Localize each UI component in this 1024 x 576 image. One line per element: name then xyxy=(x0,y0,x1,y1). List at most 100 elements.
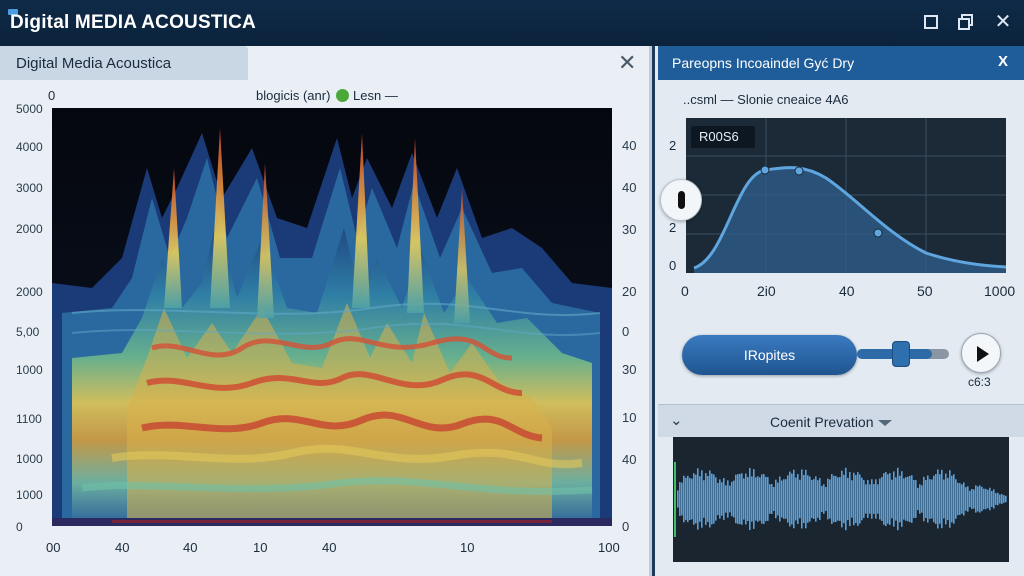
waveform-bar xyxy=(889,473,891,525)
waveform-bar xyxy=(989,487,991,511)
waveform-bar xyxy=(981,486,983,512)
waveform-bar xyxy=(853,472,855,526)
dropdown-caret-icon[interactable] xyxy=(878,420,892,426)
waveform-bar xyxy=(715,477,717,521)
close-panel-button[interactable]: ✕ xyxy=(618,50,636,76)
y-tick: 1000 xyxy=(16,488,43,502)
waveform-bar xyxy=(995,493,997,505)
waveform-bar xyxy=(925,479,927,519)
waveform-bar xyxy=(789,471,791,527)
gain-knob[interactable] xyxy=(660,179,702,221)
waveform-bar xyxy=(1001,494,1003,504)
y-tick: 2000 xyxy=(16,285,43,299)
waveform-bar xyxy=(825,487,827,511)
app-title: Digital MEDIA ACOUSTICA xyxy=(10,12,256,33)
waveform-bar xyxy=(719,479,721,519)
x-tick: 100 xyxy=(598,540,620,555)
waveform-bar xyxy=(751,476,753,522)
curve-x-tick: 1000 xyxy=(984,283,1016,299)
waveform-bar xyxy=(945,473,947,525)
waveform-bar xyxy=(769,484,771,514)
waveform-bar xyxy=(953,474,955,524)
slider-thumb[interactable] xyxy=(892,341,910,367)
tab-label: Digital Media Acoustica xyxy=(16,55,172,72)
y-tick: 1000 xyxy=(16,363,43,377)
play-button[interactable] xyxy=(961,333,1001,373)
curve-y-tick: 0 xyxy=(669,258,677,273)
waveform-bar xyxy=(937,469,939,529)
waveform-bar xyxy=(819,478,821,520)
tab-digital-media-acoustica[interactable]: Digital Media Acoustica xyxy=(0,46,248,80)
waveform-bar xyxy=(741,473,743,525)
curve-x-tick: 2i0 xyxy=(757,283,776,299)
content-preview-header[interactable]: ⌄ Coenit Prevation xyxy=(658,404,1024,437)
properties-button[interactable]: IRopites xyxy=(682,335,857,375)
waveform-bar xyxy=(679,482,681,516)
y-right-tick: 20 xyxy=(622,284,637,299)
waveform-bar xyxy=(975,485,977,513)
curve-x-tick: 40 xyxy=(839,283,855,299)
waveform-bar xyxy=(893,471,895,527)
waveform-bar xyxy=(1003,495,1005,503)
waveform-bar xyxy=(793,469,795,529)
waveform-bar xyxy=(911,475,913,523)
waveform-bar xyxy=(721,482,723,516)
waveform-bar xyxy=(809,476,811,522)
waveform-bar xyxy=(895,477,897,521)
waveform-bar xyxy=(763,474,765,524)
y-tick: 0 xyxy=(16,520,23,534)
waveform-bar xyxy=(697,468,699,530)
y-right-tick: 40 xyxy=(622,180,637,195)
waveform-bar xyxy=(805,469,807,529)
y-tick: 3000 xyxy=(16,181,43,195)
waveform-bar xyxy=(737,474,739,524)
waveform-bar xyxy=(723,478,725,520)
waveform-bar xyxy=(817,480,819,518)
y-tick: 5,00 xyxy=(16,325,40,339)
close-properties-button[interactable]: X xyxy=(998,53,1008,70)
waveform-bar xyxy=(847,477,849,521)
waveform-bar xyxy=(849,471,851,527)
waveform-bar xyxy=(693,473,695,525)
waveform-preview xyxy=(673,437,1009,562)
chevron-down-icon[interactable]: ⌄ xyxy=(670,411,683,429)
panel-header: Pareopns Incoaindel Gyć Dry X xyxy=(658,46,1024,80)
waveform-bar xyxy=(755,477,757,521)
minimize-icon xyxy=(924,15,938,29)
waveform-bar xyxy=(677,490,679,508)
waveform-bar xyxy=(839,477,841,521)
waveform-bar xyxy=(827,478,829,520)
waveform-bar xyxy=(799,479,801,519)
close-window-button[interactable]: ✕ xyxy=(992,11,1014,33)
x-tick: 40 xyxy=(322,540,337,555)
waveform-bar xyxy=(821,486,823,512)
waveform-bar xyxy=(915,480,917,518)
y-right-tick: 40 xyxy=(622,452,637,467)
waveform-bar xyxy=(699,476,701,522)
waveform-bar xyxy=(781,480,783,518)
waveform-bar xyxy=(969,490,971,508)
waveform-bar xyxy=(851,480,853,518)
waveform-bar xyxy=(871,479,873,519)
y-tick: 1000 xyxy=(16,452,43,466)
waveform-bar xyxy=(943,479,945,519)
minimize-button[interactable] xyxy=(920,11,942,33)
waveform-bar xyxy=(997,492,999,506)
waveform-bar xyxy=(815,476,817,522)
waveform-bar xyxy=(681,482,683,516)
waveform-bar xyxy=(711,473,713,525)
y-right-tick: 0 xyxy=(622,519,630,534)
waveform-bar xyxy=(985,488,987,510)
waveform-bar xyxy=(823,484,825,514)
curve-caption: ..csml — Slonie cneaice 4A6 xyxy=(683,92,849,107)
waveform-bar xyxy=(689,478,691,520)
y-right-tick: 30 xyxy=(622,222,637,237)
maximize-button[interactable] xyxy=(956,11,978,33)
waveform-bar xyxy=(947,477,949,521)
waveform-bar xyxy=(759,477,761,521)
waveform-bar xyxy=(869,484,871,514)
waveform-bar xyxy=(991,491,993,507)
waveform-bar xyxy=(935,474,937,524)
waveform-bar xyxy=(777,482,779,516)
x-tick: 40 xyxy=(183,540,198,555)
